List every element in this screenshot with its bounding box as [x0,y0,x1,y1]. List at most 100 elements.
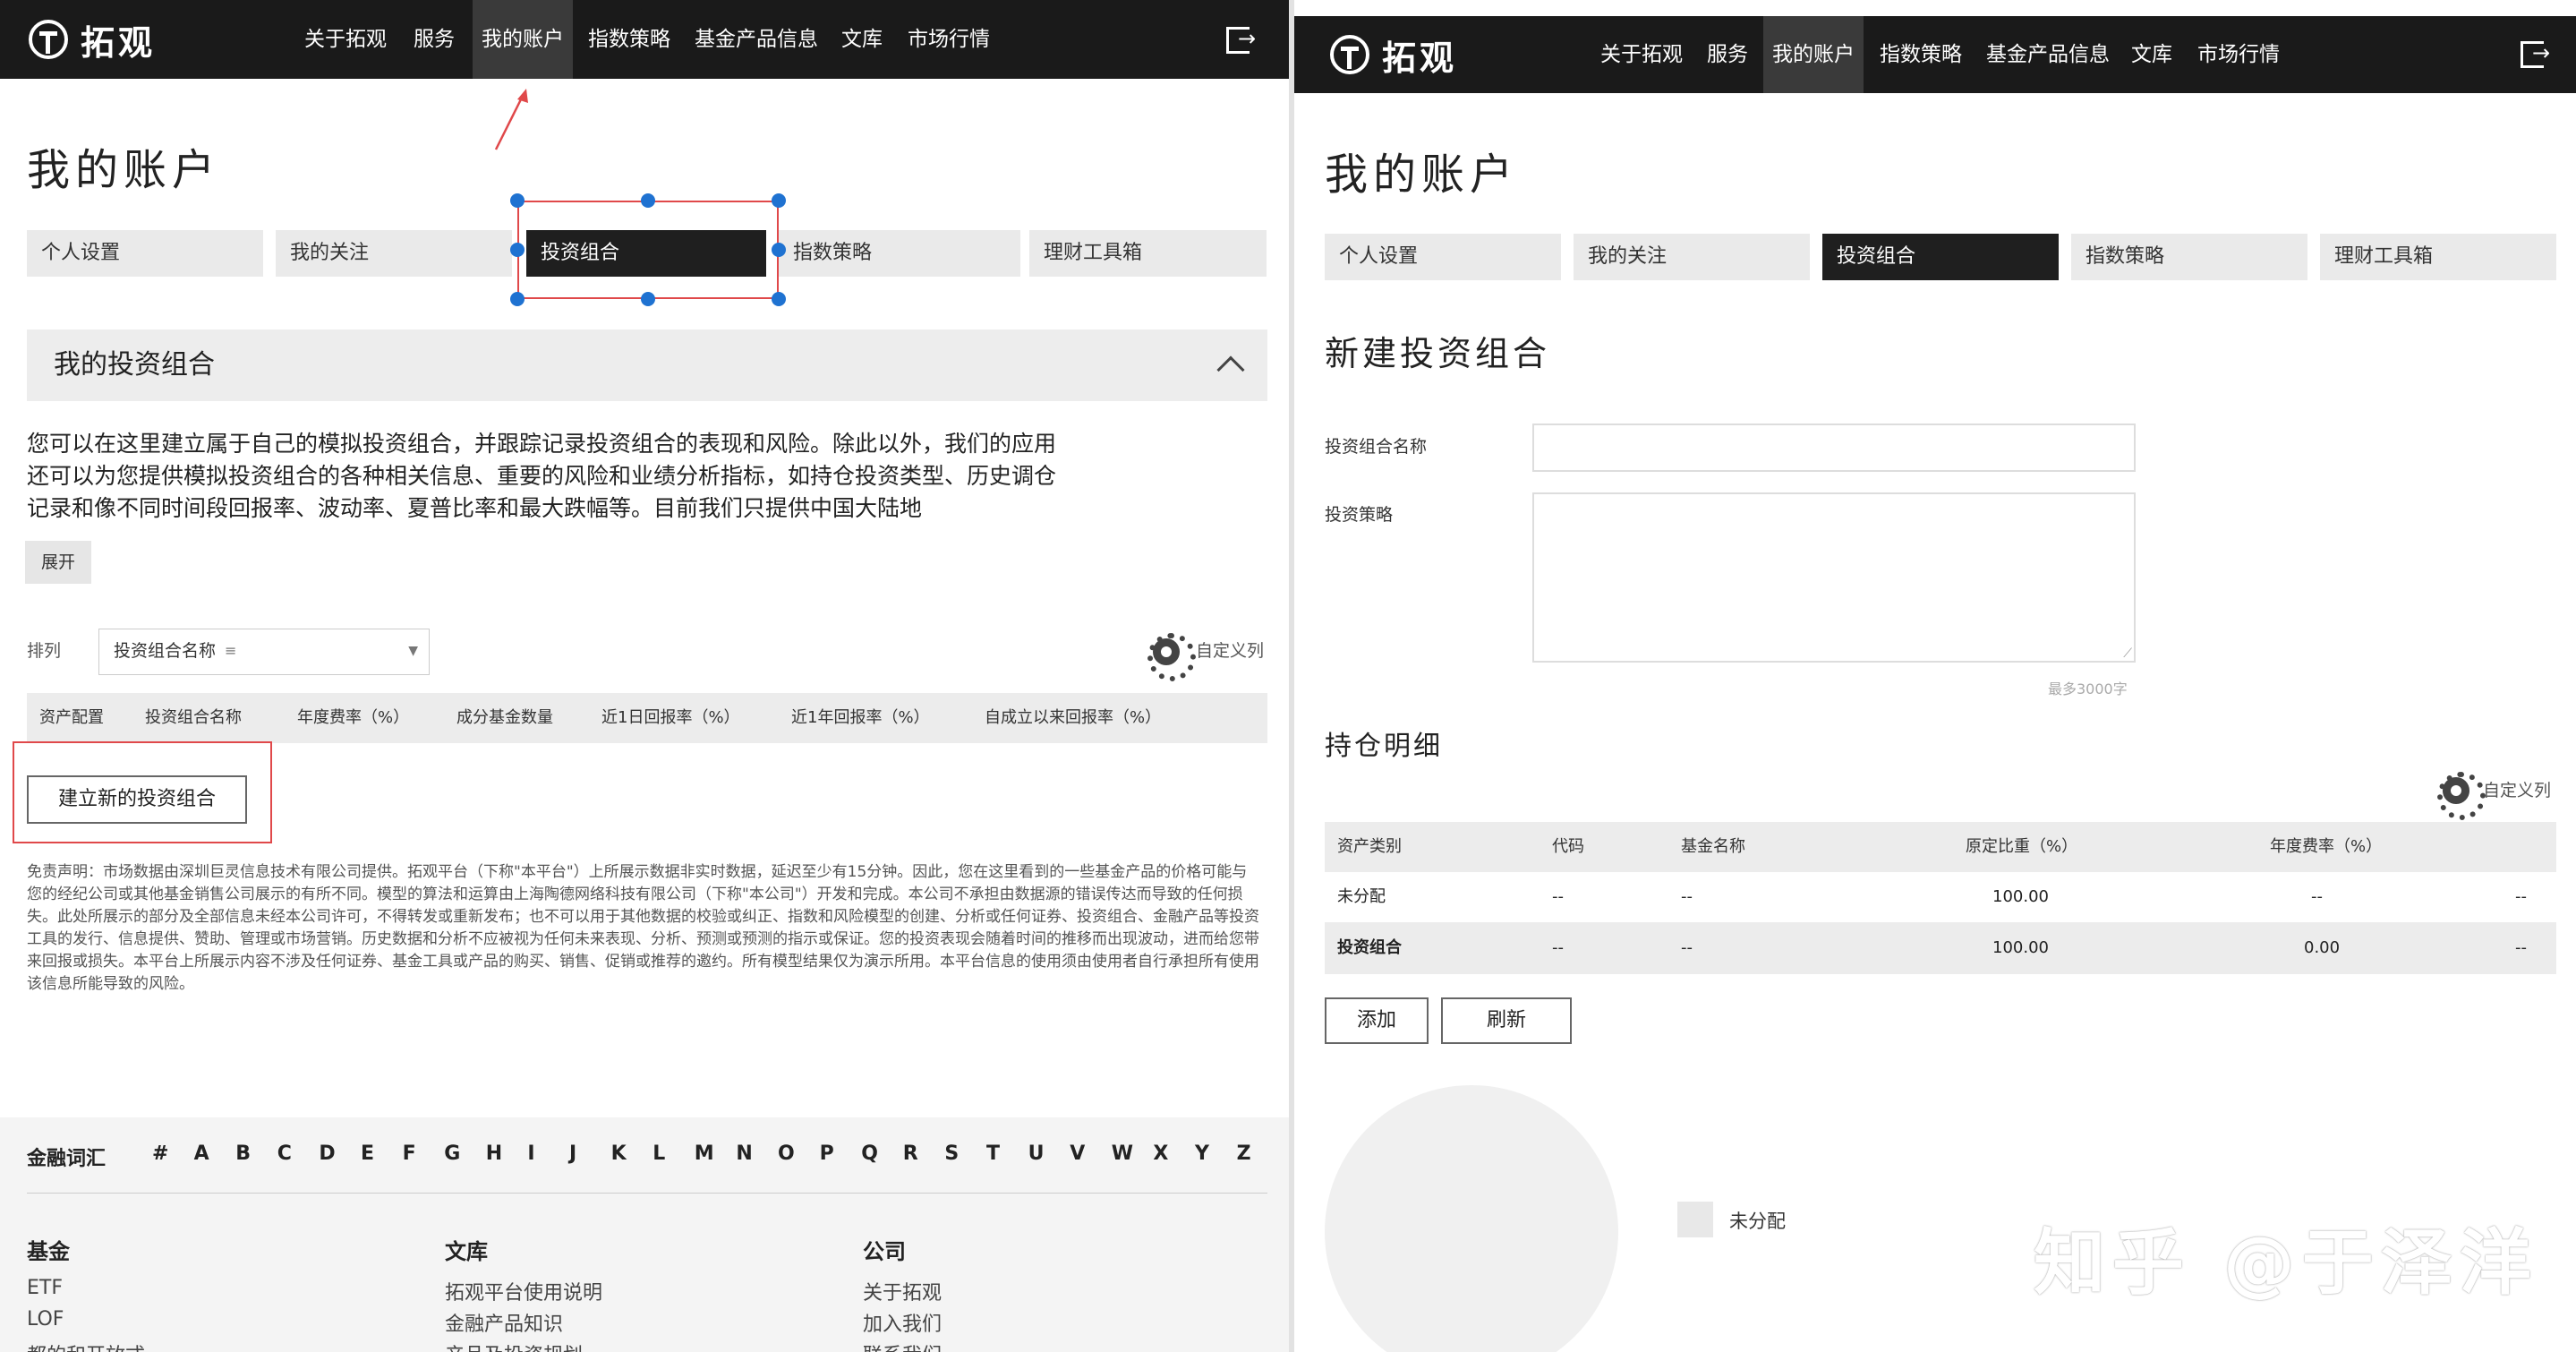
tab-my-follows[interactable]: 我的关注 [1574,234,1810,280]
logout-icon[interactable] [1226,26,1256,54]
logo-icon [29,20,68,59]
logout-icon[interactable] [2521,40,2550,68]
nav-item-library[interactable]: 文库 [841,0,883,79]
nav-item-services[interactable]: 服务 [1707,16,1748,93]
nav-item-my-account[interactable]: 我的账户 [473,0,573,79]
alphabet-letter[interactable]: T [986,1142,1000,1165]
alphabet-letter[interactable]: S [944,1142,959,1165]
brand-logo[interactable]: 拓观 [29,16,156,63]
alphabet-letter[interactable]: F [403,1142,416,1165]
tab-index-strategy[interactable]: 指数策略 [779,230,1020,277]
table-header-cell[interactable]: 基金名称 [1681,822,1745,872]
alphabet-letter[interactable]: E [361,1142,374,1165]
alphabet-letter[interactable]: X [1153,1142,1168,1165]
footer-link[interactable]: 关于拓观 [863,1277,942,1305]
table-header-cell[interactable]: 资产配置 [39,693,104,743]
nav-item-library[interactable]: 文库 [2131,16,2172,93]
tab-index-strategy[interactable]: 指数策略 [2071,234,2307,280]
table-header-cell[interactable]: 近1日回报率（%） [601,693,740,743]
table-cell: 100.00 [1992,938,2049,957]
nav-item-market[interactable]: 市场行情 [2197,16,2280,93]
nav-item-about[interactable]: 关于拓观 [1600,16,1683,93]
alphabet-letter[interactable]: G [444,1142,460,1165]
nav-item-index-strategy[interactable]: 指数策略 [588,0,670,79]
sort-order-icon: ≡ [225,642,237,659]
brand-logo[interactable]: 拓观 [1330,31,1457,78]
alphabet-letter[interactable]: P [820,1142,834,1165]
footer-divider [27,1193,1267,1194]
portfolio-name-input[interactable] [1532,424,2136,472]
resize-handle-icon [510,243,525,257]
tab-personal-settings[interactable]: 个人设置 [27,230,263,277]
alphabet-letter[interactable]: W [1112,1142,1133,1165]
tab-my-follows[interactable]: 我的关注 [276,230,512,277]
resize-grip-icon[interactable]: ⟋ [2123,646,2132,661]
table-header-cell[interactable]: 投资组合名称 [145,693,242,743]
portfolio-name-label: 投资组合名称 [1325,437,1428,457]
footer-link[interactable]: 产品及投资规划 [445,1339,583,1352]
add-button[interactable]: 添加 [1325,997,1429,1044]
sort-select[interactable]: 投资组合名称 ≡ ▼ [98,629,430,675]
alphabet-letter[interactable]: I [527,1142,534,1165]
alphabet-letter[interactable]: K [611,1142,627,1165]
alphabet-letter[interactable]: # [152,1142,168,1165]
table-header-cell[interactable]: 代码 [1552,822,1584,872]
alphabet-letter[interactable]: Z [1237,1142,1251,1165]
alphabet-letter[interactable]: R [903,1142,918,1165]
custom-columns-link[interactable]: 自定义列 [2483,777,2551,801]
nav-item-about[interactable]: 关于拓观 [304,0,387,79]
alphabet-letter[interactable]: V [1070,1142,1085,1165]
table-header-cell[interactable]: 年度费率（%） [297,693,409,743]
nav-item-fund-info[interactable]: 基金产品信息 [1986,16,2110,93]
tab-finance-toolbox[interactable]: 理财工具箱 [2320,234,2556,280]
alphabet-letter[interactable]: A [194,1142,209,1165]
table-header-cell[interactable]: 年度费率（%） [2270,822,2382,872]
table-header-cell[interactable]: 近1年回报率（%） [791,693,930,743]
footer-link[interactable]: LOF [27,1308,64,1331]
resize-handle-icon [510,193,525,208]
footer-link[interactable]: 拓观平台使用说明 [445,1277,602,1305]
alphabet-letter[interactable]: N [736,1142,752,1165]
custom-columns-link[interactable]: 自定义列 [1196,637,1264,662]
nav-item-index-strategy[interactable]: 指数策略 [1880,16,1962,93]
alphabet-letter[interactable]: H [486,1142,502,1165]
footer-link[interactable]: 联系我们 [863,1339,942,1352]
alphabet-letter[interactable]: J [569,1142,576,1165]
table-header-cell[interactable]: 原定比重（%） [1966,822,2077,872]
nav-item-market[interactable]: 市场行情 [908,0,990,79]
allocation-pie-chart [1325,1085,1618,1352]
nav-item-fund-info[interactable]: 基金产品信息 [695,0,818,79]
tab-portfolio[interactable]: 投资组合 [1822,234,2059,280]
refresh-button[interactable]: 刷新 [1441,997,1572,1044]
alphabet-letter[interactable]: Q [861,1142,878,1165]
table-cell: 100.00 [1992,887,2049,906]
alphabet-letter[interactable]: B [235,1142,251,1165]
strategy-textarea[interactable]: ⟋ [1532,492,2136,663]
alphabet-letter[interactable]: C [277,1142,292,1165]
table-row[interactable]: 未分配 -- -- 100.00 -- -- [1325,872,2556,922]
portfolio-accordion[interactable]: 我的投资组合 [27,329,1267,401]
new-portfolio-button[interactable]: 建立新的投资组合 [27,775,247,824]
table-header-cell[interactable]: 成分基金数量 [456,693,553,743]
expand-button[interactable]: 展开 [25,541,91,584]
tab-finance-toolbox[interactable]: 理财工具箱 [1029,230,1267,277]
alphabet-letter[interactable]: U [1028,1142,1045,1165]
tab-personal-settings[interactable]: 个人设置 [1325,234,1561,280]
alphabet-letter[interactable]: O [778,1142,795,1165]
alphabet-letter[interactable]: Y [1195,1142,1209,1165]
chevron-up-icon[interactable] [1216,355,1245,384]
nav-item-services[interactable]: 服务 [414,0,455,79]
alphabet-letter[interactable]: L [653,1142,665,1165]
nav-item-my-account[interactable]: 我的账户 [1763,16,1864,93]
table-row[interactable]: 投资组合 -- -- 100.00 0.00 -- [1325,922,2556,974]
gear-icon[interactable] [2437,772,2486,820]
alphabet-letter[interactable]: D [319,1142,335,1165]
table-header-cell[interactable]: 自成立以来回报率（%） [985,693,1161,743]
footer-link[interactable]: ETF [27,1277,63,1299]
footer-link[interactable]: 金融产品知识 [445,1308,563,1337]
table-header-cell[interactable]: 资产类别 [1337,822,1402,872]
footer-link[interactable]: 都的和开放式 [27,1339,145,1352]
alphabet-letter[interactable]: M [695,1142,714,1165]
footer-link[interactable]: 加入我们 [863,1308,942,1337]
gear-icon[interactable] [1147,633,1196,681]
